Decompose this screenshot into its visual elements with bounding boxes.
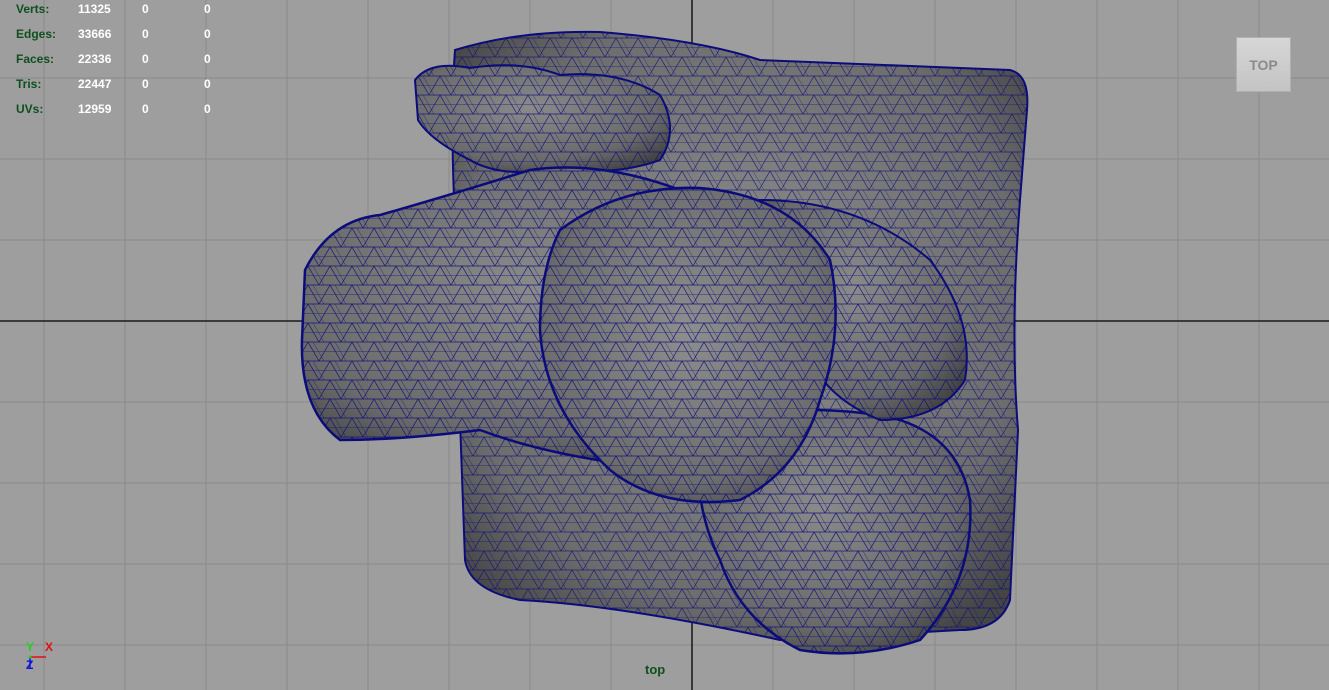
viewport-grid bbox=[0, 0, 1329, 690]
hud-value: 0 bbox=[142, 52, 149, 66]
hud-label: Verts: bbox=[16, 2, 50, 16]
hud-label: Tris: bbox=[16, 77, 42, 91]
axis-z-label: Z bbox=[26, 658, 34, 672]
axis-y-label: Y bbox=[26, 640, 35, 654]
mesh-object[interactable] bbox=[300, 30, 1029, 655]
viewport-top[interactable]: Verts: 11325 0 0 Edges: 33666 0 0 Faces:… bbox=[0, 0, 1329, 690]
camera-name-label: top bbox=[645, 662, 666, 677]
hud-value: 22336 bbox=[78, 52, 112, 66]
axis-x-label: X bbox=[45, 640, 54, 654]
view-cube-top[interactable]: TOP bbox=[1236, 37, 1291, 92]
hud-label: Faces: bbox=[16, 52, 55, 66]
hud-value: 0 bbox=[142, 2, 149, 16]
hud-value: 0 bbox=[204, 27, 211, 41]
hud-value: 22447 bbox=[78, 77, 112, 91]
view-cube-label: TOP bbox=[1249, 56, 1278, 73]
hud-value: 0 bbox=[142, 27, 149, 41]
hud-value: 12959 bbox=[78, 102, 112, 116]
hud-value: 0 bbox=[204, 52, 211, 66]
hud-value: 0 bbox=[142, 77, 149, 91]
hud-label: UVs: bbox=[16, 102, 44, 116]
hud-value: 0 bbox=[204, 77, 211, 91]
hud-value: 0 bbox=[142, 102, 149, 116]
hud-value: 11325 bbox=[78, 2, 111, 16]
axis-gizmo: Y X Z bbox=[20, 638, 60, 678]
hud-value: 0 bbox=[204, 2, 211, 16]
hud-label: Edges: bbox=[16, 27, 57, 41]
hud-value: 0 bbox=[204, 102, 211, 116]
hud-value: 33666 bbox=[78, 27, 112, 41]
